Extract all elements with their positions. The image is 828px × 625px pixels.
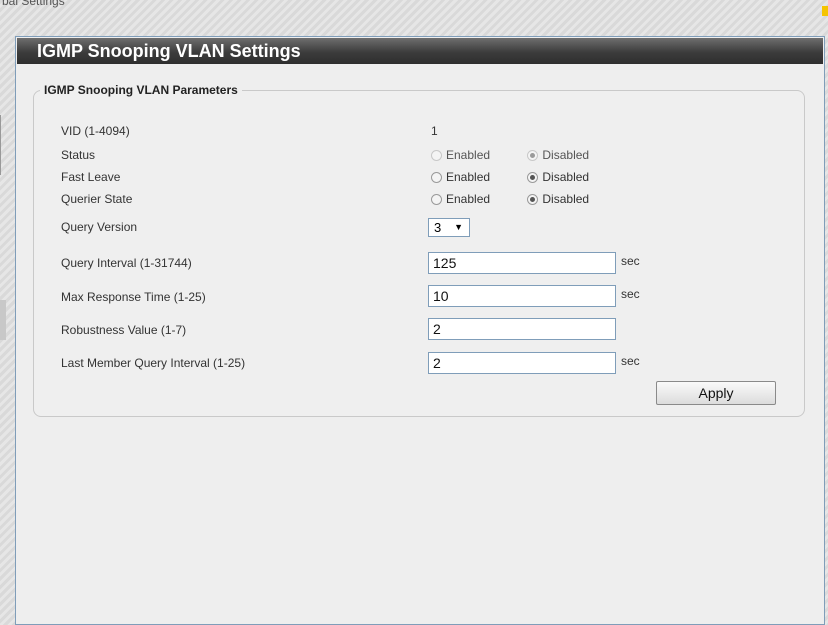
query-version-select[interactable]: 3 ▼ [428, 218, 470, 237]
querier-disabled-radio[interactable] [527, 194, 539, 205]
query-interval-input[interactable]: 125 [428, 252, 616, 274]
fast-leave-radio-group: Enabled Disabled [431, 170, 623, 184]
fast-leave-disabled-label: Disabled [542, 170, 590, 184]
query-interval-unit: sec [621, 254, 640, 268]
last-member-query-interval-unit: sec [621, 354, 640, 368]
fast-leave-label: Fast Leave [61, 170, 121, 184]
background-edge [0, 300, 6, 340]
fieldset-legend: IGMP Snooping VLAN Parameters [44, 83, 238, 97]
querier-state-label: Querier State [61, 192, 133, 206]
max-response-time-label: Max Response Time (1-25) [61, 290, 206, 304]
max-response-time-unit: sec [621, 287, 640, 301]
fast-leave-disabled-radio[interactable] [527, 172, 539, 183]
querier-state-radio-group: Enabled Disabled [431, 192, 623, 206]
status-disabled-radio[interactable] [527, 150, 539, 161]
fast-leave-enabled-radio[interactable] [431, 172, 442, 183]
querier-enabled-label: Enabled [446, 192, 491, 206]
max-response-time-input[interactable]: 10 [428, 285, 616, 307]
background-page-title: bal Settings [2, 0, 65, 8]
robustness-value-label: Robustness Value (1-7) [61, 323, 187, 337]
igmp-vlan-settings-dialog: IGMP Snooping VLAN Settings IGMP Snoopin… [15, 36, 825, 625]
status-enabled-radio[interactable] [431, 150, 442, 161]
background-edge [0, 115, 7, 175]
apply-button[interactable]: Apply [656, 381, 776, 405]
status-radio-group: Enabled Disabled [431, 148, 623, 162]
last-member-query-interval-label: Last Member Query Interval (1-25) [61, 356, 246, 370]
query-interval-label: Query Interval (1-31744) [61, 256, 192, 270]
query-version-label: Query Version [61, 220, 138, 234]
querier-enabled-radio[interactable] [431, 194, 442, 205]
status-enabled-label: Enabled [446, 148, 491, 162]
last-member-query-interval-input[interactable]: 2 [428, 352, 616, 374]
querier-disabled-label: Disabled [542, 192, 590, 206]
status-label: Status [61, 148, 96, 162]
dropdown-arrow-icon: ▼ [454, 222, 463, 232]
fast-leave-enabled-label: Enabled [446, 170, 491, 184]
status-disabled-label: Disabled [542, 148, 590, 162]
robustness-value-input[interactable]: 2 [428, 318, 616, 340]
vid-label: VID (1-4094) [61, 124, 130, 138]
vid-value: 1 [431, 124, 438, 138]
warning-icon [822, 6, 828, 16]
query-version-value: 3 [434, 220, 442, 235]
dialog-title: IGMP Snooping VLAN Settings [17, 38, 823, 64]
